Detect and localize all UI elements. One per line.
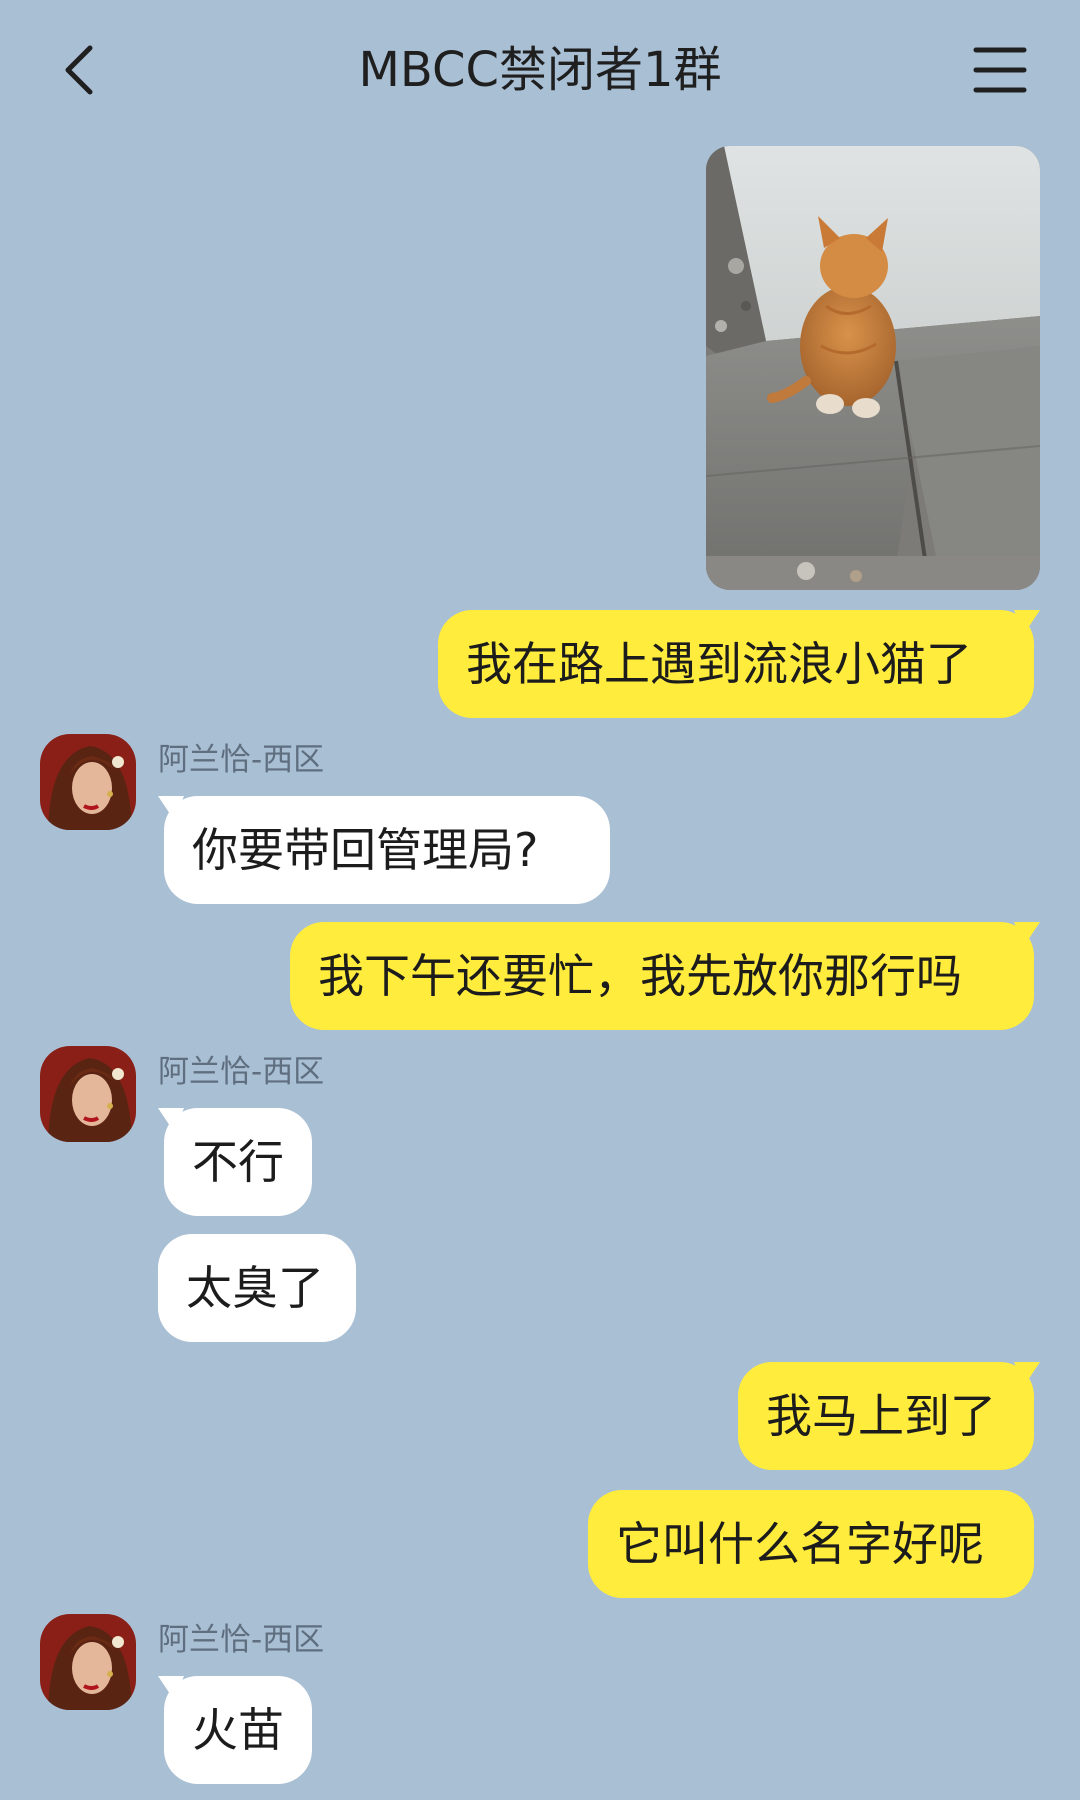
avatar-portrait-icon: [40, 1046, 136, 1142]
message-text: 我下午还要忙，我先放你那行吗: [318, 949, 962, 1003]
message-text: 太臭了: [186, 1261, 324, 1315]
message-text: 不行: [192, 1135, 284, 1189]
message-bubble-sent[interactable]: 我在路上遇到流浪小猫了: [438, 610, 1040, 718]
avatar-portrait-icon: [40, 1614, 136, 1710]
message-text: 我马上到了: [766, 1389, 996, 1443]
sender-name: 阿兰恰-西区: [158, 1622, 325, 1658]
sender-name: 阿兰恰-西区: [158, 1054, 325, 1090]
message-text: 你要带回管理局?: [192, 823, 539, 877]
avatar[interactable]: [40, 734, 136, 830]
message-bubble-received[interactable]: 你要带回管理局?: [158, 796, 610, 904]
avatar[interactable]: [40, 1614, 136, 1710]
message-bubble-received[interactable]: 太臭了: [158, 1234, 356, 1342]
kitten-photo[interactable]: [706, 146, 1040, 590]
bubble-tail-icon: [158, 1108, 184, 1132]
bubble-tail-icon: [158, 796, 184, 820]
message-text: 我在路上遇到流浪小猫了: [466, 637, 972, 691]
top-bar: MBCC禁闭者1群: [0, 0, 1080, 140]
sender-name: 阿兰恰-西区: [158, 742, 325, 778]
message-bubble-received[interactable]: 不行: [158, 1108, 312, 1216]
hamburger-menu-icon[interactable]: [972, 44, 1028, 96]
bubble-tail-icon: [1014, 922, 1040, 946]
message-bubble-sent[interactable]: 它叫什么名字好呢: [588, 1490, 1034, 1598]
message-bubble-sent[interactable]: 我马上到了: [738, 1362, 1040, 1470]
message-text: 它叫什么名字好呢: [616, 1517, 984, 1571]
bubble-tail-icon: [1014, 610, 1040, 634]
avatar[interactable]: [40, 1046, 136, 1142]
bubble-tail-icon: [1014, 1362, 1040, 1386]
message-text: 火苗: [192, 1703, 284, 1757]
chat-title: MBCC禁闭者1群: [358, 42, 722, 98]
message-bubble-sent[interactable]: 我下午还要忙，我先放你那行吗: [290, 922, 1040, 1030]
bubble-tail-icon: [158, 1676, 184, 1700]
message-bubble-received[interactable]: 火苗: [158, 1676, 312, 1784]
avatar-portrait-icon: [40, 734, 136, 830]
